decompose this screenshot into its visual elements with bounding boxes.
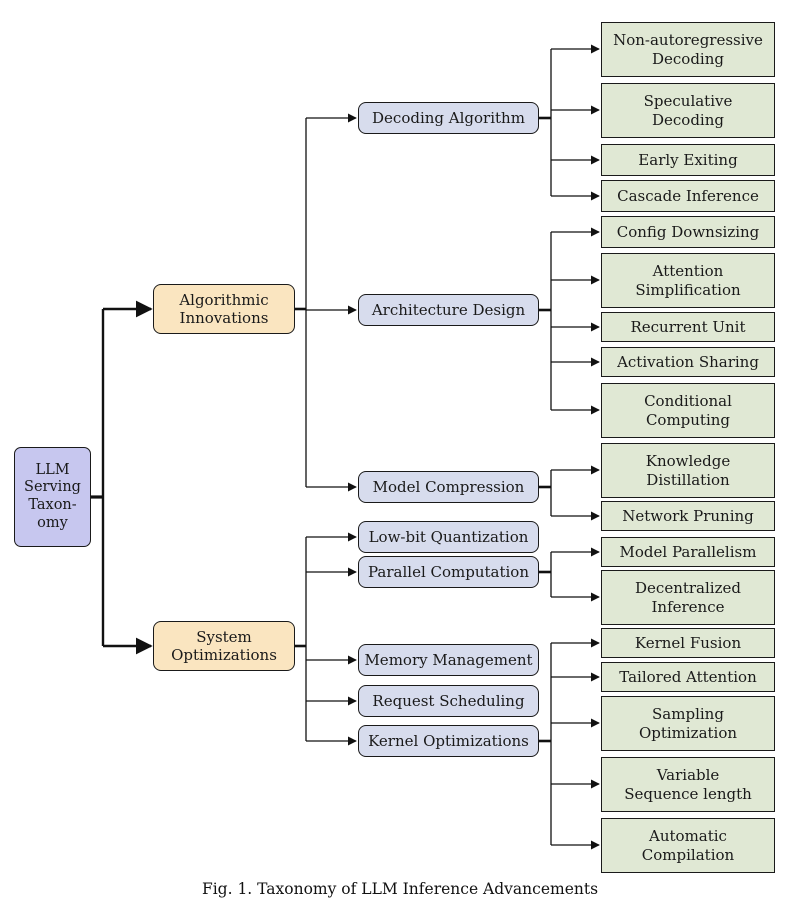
node-low-bit-quantization-label: Low-bit Quantization <box>368 527 529 546</box>
node-model-compression-label: Model Compression <box>372 477 525 496</box>
node-system-optimizations-label: System Optimizations <box>171 627 277 664</box>
node-architecture-design[interactable]: Architecture Design <box>358 294 539 326</box>
node-kernel-fusion[interactable]: Kernel Fusion <box>601 628 775 658</box>
node-algorithmic-innovations[interactable]: Algorithmic Innovations <box>153 284 295 334</box>
node-activation-sharing-label: Activation Sharing <box>617 352 759 371</box>
node-attention-simplification[interactable]: Attention Simplification <box>601 253 775 308</box>
node-memory-management[interactable]: Memory Management <box>358 644 539 676</box>
node-variable-sequence-length[interactable]: Variable Sequence length <box>601 757 775 812</box>
node-request-scheduling[interactable]: Request Scheduling <box>358 685 539 717</box>
node-kernel-optimizations[interactable]: Kernel Optimizations <box>358 725 539 757</box>
node-decoding-algorithm[interactable]: Decoding Algorithm <box>358 102 539 134</box>
node-knowledge-distillation-label: Knowledge Distillation <box>645 452 731 489</box>
node-tailored-attention-label: Tailored Attention <box>619 667 757 686</box>
node-request-scheduling-label: Request Scheduling <box>372 691 525 710</box>
node-sampling-optimization[interactable]: Sampling Optimization <box>601 696 775 751</box>
node-sampling-optimization-label: Sampling Optimization <box>638 705 738 742</box>
node-root-llm-serving-taxonomy-label: LLM Serving Taxon- omy <box>24 461 81 531</box>
node-parallel-computation[interactable]: Parallel Computation <box>358 556 539 588</box>
node-network-pruning[interactable]: Network Pruning <box>601 501 775 531</box>
node-config-downsizing-label: Config Downsizing <box>616 222 760 241</box>
node-knowledge-distillation[interactable]: Knowledge Distillation <box>601 443 775 498</box>
node-early-exiting-label: Early Exiting <box>638 150 738 169</box>
node-kernel-fusion-label: Kernel Fusion <box>634 633 742 652</box>
node-parallel-computation-label: Parallel Computation <box>368 562 529 581</box>
node-algorithmic-innovations-label: Algorithmic Innovations <box>179 290 269 327</box>
node-automatic-compilation[interactable]: Automatic Compilation <box>601 818 775 873</box>
node-architecture-design-label: Architecture Design <box>371 300 526 319</box>
node-non-autoregressive-decoding[interactable]: Non-autoregressive Decoding <box>601 22 775 77</box>
node-model-parallelism[interactable]: Model Parallelism <box>601 537 775 567</box>
node-variable-sequence-length-label: Variable Sequence length <box>624 766 752 803</box>
node-decoding-algorithm-label: Decoding Algorithm <box>372 108 525 127</box>
node-root-llm-serving-taxonomy[interactable]: LLM Serving Taxon- omy <box>14 447 91 547</box>
taxonomy-figure: LLM Serving Taxon- omy Algorithmic Innova… <box>0 0 800 919</box>
node-automatic-compilation-label: Automatic Compilation <box>641 827 735 864</box>
node-tailored-attention[interactable]: Tailored Attention <box>601 662 775 692</box>
node-config-downsizing[interactable]: Config Downsizing <box>601 216 775 248</box>
node-conditional-computing-label: Conditional Computing <box>644 392 732 429</box>
node-speculative-decoding[interactable]: Speculative Decoding <box>601 83 775 138</box>
node-attention-simplification-label: Attention Simplification <box>635 262 741 299</box>
node-memory-management-label: Memory Management <box>364 650 533 669</box>
node-model-parallelism-label: Model Parallelism <box>619 542 757 561</box>
node-kernel-optimizations-label: Kernel Optimizations <box>368 731 529 750</box>
node-cascade-inference-label: Cascade Inference <box>617 186 759 205</box>
node-activation-sharing[interactable]: Activation Sharing <box>601 347 775 377</box>
node-conditional-computing[interactable]: Conditional Computing <box>601 383 775 438</box>
node-cascade-inference[interactable]: Cascade Inference <box>601 180 775 212</box>
node-early-exiting[interactable]: Early Exiting <box>601 144 775 176</box>
node-decentralized-inference-label: Decentralized Inference <box>635 579 741 616</box>
node-system-optimizations[interactable]: System Optimizations <box>153 621 295 671</box>
node-speculative-decoding-label: Speculative Decoding <box>643 92 733 129</box>
node-model-compression[interactable]: Model Compression <box>358 471 539 503</box>
node-recurrent-unit[interactable]: Recurrent Unit <box>601 312 775 342</box>
figure-caption: Fig. 1. Taxonomy of LLM Inference Advanc… <box>201 880 599 898</box>
node-recurrent-unit-label: Recurrent Unit <box>630 317 746 336</box>
node-non-autoregressive-decoding-label: Non-autoregressive Decoding <box>613 31 763 68</box>
node-network-pruning-label: Network Pruning <box>622 506 754 525</box>
node-low-bit-quantization[interactable]: Low-bit Quantization <box>358 521 539 553</box>
node-decentralized-inference[interactable]: Decentralized Inference <box>601 570 775 625</box>
